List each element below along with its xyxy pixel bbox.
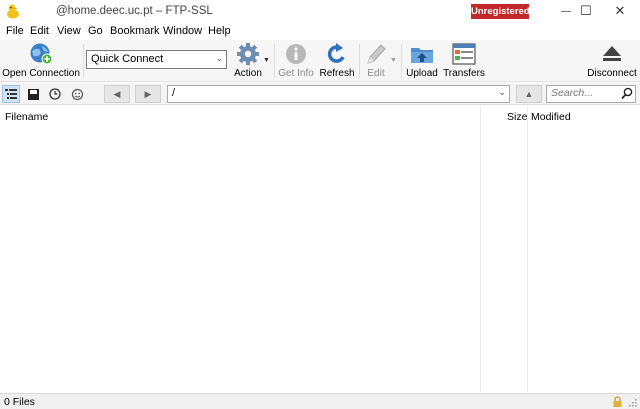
- menu-view[interactable]: View: [57, 25, 81, 37]
- history-view-button[interactable]: [46, 85, 64, 103]
- upload-folder-icon: [411, 48, 433, 63]
- edit-dropdown-icon[interactable]: ▼: [390, 57, 397, 64]
- file-list[interactable]: Filename Size Modified: [0, 106, 640, 392]
- forward-arrow-icon: ▶: [144, 88, 152, 99]
- column-header-modified[interactable]: Modified: [531, 111, 571, 123]
- bonjour-view-button[interactable]: [68, 85, 86, 103]
- transfers-window-icon: [452, 43, 476, 65]
- toolbar-separator: [274, 44, 275, 78]
- get-info-button[interactable]: Get Info: [278, 40, 314, 82]
- chevron-down-icon: ⌄: [498, 87, 506, 97]
- path-bar: ◀ ▶ / ⌄ ▲ Search...: [0, 83, 640, 105]
- menu-window[interactable]: Window: [163, 25, 202, 37]
- chevron-down-icon: ⌄: [215, 53, 223, 63]
- file-count: 0 Files: [4, 396, 35, 408]
- close-button[interactable]: ✕: [600, 0, 640, 22]
- menu-bookmark[interactable]: Bookmark: [110, 25, 160, 37]
- resize-grip-icon[interactable]: [628, 398, 637, 407]
- refresh-icon: [327, 43, 345, 63]
- edit-button[interactable]: Edit: [362, 40, 390, 82]
- gear-icon: [237, 43, 259, 65]
- close-icon: ✕: [614, 3, 626, 18]
- outline-view-button[interactable]: [2, 85, 20, 103]
- quick-connect-value: Quick Connect: [91, 53, 164, 65]
- forward-button[interactable]: ▶: [135, 85, 161, 103]
- title-bar: @home.deec.uc.pt – FTP-SSL Unregistered …: [0, 0, 640, 22]
- column-divider[interactable]: [527, 106, 528, 392]
- toolbar-separator: [359, 44, 360, 78]
- get-info-label: Get Info: [278, 68, 314, 79]
- back-arrow-icon: ◀: [113, 88, 121, 99]
- column-divider[interactable]: [480, 106, 481, 392]
- refresh-label: Refresh: [319, 68, 355, 79]
- menu-edit[interactable]: Edit: [30, 25, 49, 37]
- column-header-filename[interactable]: Filename: [5, 111, 48, 123]
- search-icon: [621, 87, 633, 100]
- toolbar-separator: [83, 44, 84, 78]
- lock-icon[interactable]: [613, 396, 622, 407]
- bonjour-icon: [71, 88, 83, 100]
- path-value: /: [172, 87, 176, 99]
- toolbar-separator: [401, 44, 402, 78]
- back-button[interactable]: ◀: [104, 85, 130, 103]
- quick-connect-combobox[interactable]: Quick Connect ⌄: [86, 50, 227, 69]
- search-field[interactable]: Search...: [546, 85, 636, 103]
- transfers-label: Transfers: [443, 68, 485, 79]
- search-placeholder: Search...: [551, 87, 594, 99]
- menu-help[interactable]: Help: [208, 25, 231, 37]
- column-header-size[interactable]: Size: [507, 111, 527, 123]
- action-dropdown-icon[interactable]: ▼: [263, 57, 270, 64]
- open-connection-button[interactable]: Open Connection: [2, 40, 80, 82]
- bookmark-book-icon: [27, 88, 39, 100]
- up-arrow-icon: ▲: [524, 89, 534, 99]
- upload-label: Upload: [406, 68, 438, 79]
- upload-button[interactable]: Upload: [404, 40, 440, 82]
- eject-icon: [603, 46, 621, 61]
- path-selector[interactable]: / ⌄: [167, 85, 510, 103]
- outline-view-icon: [5, 89, 17, 99]
- open-connection-label: Open Connection: [2, 68, 80, 79]
- maximize-icon: ☐: [580, 3, 592, 18]
- disconnect-button[interactable]: Disconnect: [586, 40, 638, 82]
- edit-label: Edit: [367, 68, 385, 79]
- window-title: @home.deec.uc.pt – FTP-SSL: [56, 5, 213, 17]
- action-button[interactable]: Action: [230, 40, 266, 82]
- disconnect-label: Disconnect: [587, 68, 637, 79]
- menu-go[interactable]: Go: [88, 25, 103, 37]
- status-bar: 0 Files: [0, 393, 640, 409]
- refresh-button[interactable]: Refresh: [318, 40, 356, 82]
- duck-app-icon: [7, 4, 19, 19]
- pencil-icon: [367, 44, 386, 64]
- parent-directory-button[interactable]: ▲: [516, 85, 542, 103]
- unregistered-badge[interactable]: Unregistered: [471, 4, 530, 19]
- globe-plus-icon: [30, 43, 53, 65]
- menu-bar: File Edit View Go Bookmark Window Help: [0, 22, 640, 40]
- bookmarks-view-button[interactable]: [24, 85, 42, 103]
- info-icon: [286, 44, 306, 64]
- menu-file[interactable]: File: [6, 25, 24, 37]
- action-label: Action: [234, 68, 262, 79]
- clock-icon: [49, 88, 61, 100]
- transfers-button[interactable]: Transfers: [442, 40, 486, 82]
